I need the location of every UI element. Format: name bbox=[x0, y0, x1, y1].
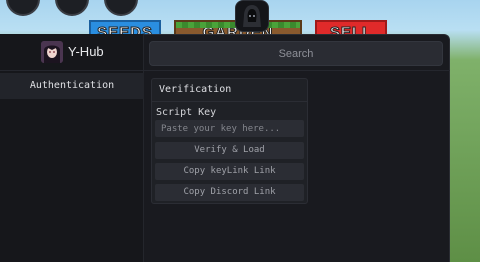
copy-discord-link-button[interactable]: Copy Discord Link bbox=[155, 184, 304, 201]
avatar-image-icon bbox=[41, 41, 63, 63]
search-input[interactable] bbox=[149, 41, 443, 66]
verification-title: Verification bbox=[151, 78, 308, 102]
hub-title: Y-Hub bbox=[68, 44, 104, 59]
tab-authentication[interactable]: Authentication bbox=[0, 73, 144, 99]
avatar bbox=[41, 41, 63, 63]
script-key-input[interactable] bbox=[155, 120, 304, 137]
script-key-label: Script Key bbox=[156, 107, 217, 118]
verify-load-button[interactable]: Verify & Load bbox=[155, 142, 304, 159]
hooded-figure-icon bbox=[243, 5, 261, 27]
hub-logo-toggle[interactable] bbox=[235, 0, 269, 32]
copy-key-link-button[interactable]: Copy keyLink Link bbox=[155, 163, 304, 180]
